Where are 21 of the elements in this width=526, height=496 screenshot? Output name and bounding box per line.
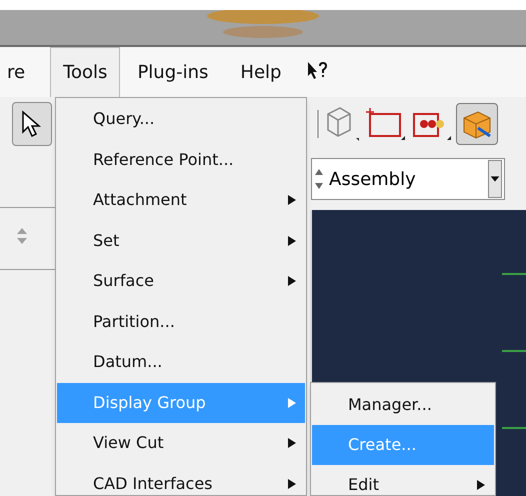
menu-item[interactable]: Reference Point... (57, 140, 305, 180)
menu-item[interactable]: CAD Interfaces (57, 464, 305, 495)
menu-item[interactable]: re (0, 47, 32, 97)
menu-item[interactable]: Partition... (57, 302, 305, 342)
menu-item[interactable]: Datum... (57, 342, 305, 382)
menu-item[interactable]: Plug-ins (130, 47, 216, 97)
menu-item[interactable]: Help (233, 47, 288, 97)
menu-item[interactable]: Attachment (57, 180, 305, 220)
menu-item[interactable]: Tools (50, 47, 120, 97)
select-tool-button[interactable] (12, 102, 52, 146)
spinner-icon (16, 227, 28, 245)
menu-item[interactable]: Set (57, 220, 305, 261)
module-combo[interactable]: Assembly (311, 158, 505, 200)
menu-item[interactable]: View Cut (57, 423, 305, 464)
part-display-button[interactable] (456, 103, 498, 145)
menu-item[interactable]: Query... (57, 99, 305, 140)
combo-value: Assembly (329, 168, 417, 192)
menu-item[interactable]: Surface (57, 261, 305, 302)
cursor-icon (20, 110, 44, 138)
menu-item[interactable]: Edit (312, 465, 494, 495)
menu-item[interactable]: Manager... (312, 385, 494, 425)
